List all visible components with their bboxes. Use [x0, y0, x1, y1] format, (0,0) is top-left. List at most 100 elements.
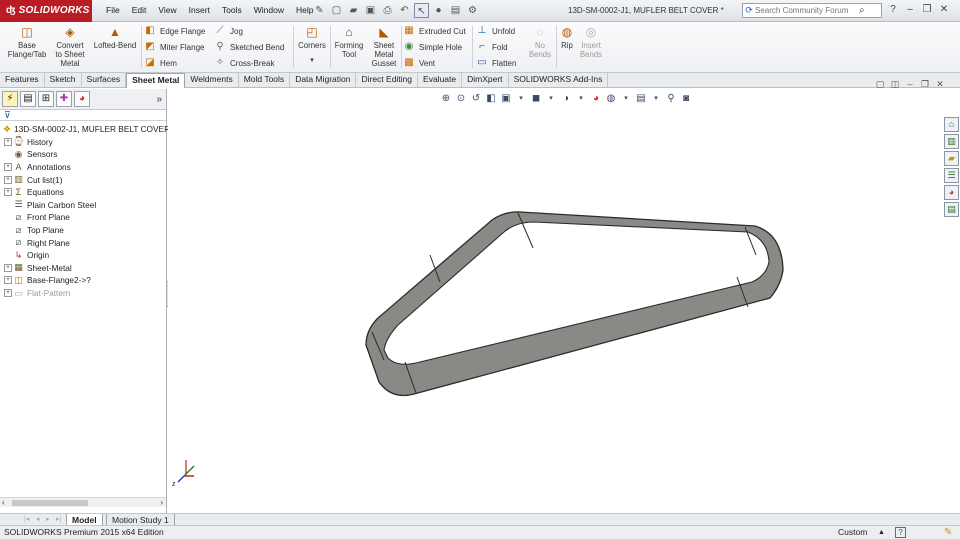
sheet-metal-gusset-button[interactable]: ◣ Sheet Metal Gusset [368, 25, 400, 68]
new-document-icon[interactable]: ▢ [329, 3, 344, 18]
viewport-close-icon[interactable]: ✕ [934, 78, 946, 90]
dropdown-icon[interactable]: ▾ [620, 93, 632, 105]
tree-item-annotations[interactable]: + A Annotations [0, 161, 166, 174]
tab-solidworks-add-ins[interactable]: SOLIDWORKS Add-Ins [509, 73, 609, 87]
unfold-button[interactable]: ⊥ Unfold [476, 24, 515, 38]
cross-break-button[interactable]: ✧ Cross-Break [214, 56, 275, 70]
search-icon[interactable]: ⌕ [859, 5, 865, 16]
tab-dimxpert[interactable]: DimXpert [462, 73, 509, 87]
view-palette-icon[interactable]: ☰ [944, 168, 959, 183]
select-arrow-icon[interactable]: ↖ [414, 3, 429, 18]
minimize-icon[interactable]: – [903, 3, 917, 17]
close-icon[interactable]: ✕ [937, 3, 951, 17]
search-community-forum[interactable]: ⟳ ⌕ [742, 3, 882, 18]
simple-hole-button[interactable]: ◉ Simple Hole [403, 40, 463, 54]
scroll-left-icon[interactable]: ‹ [2, 498, 5, 507]
tree-item-material[interactable]: ☰ Plain Carbon Steel [0, 199, 166, 212]
previous-view-icon[interactable]: ↺ [470, 93, 482, 105]
dropdown-icon[interactable]: ▾ [650, 93, 662, 105]
unit-system[interactable]: Custom [838, 526, 867, 539]
menu-file[interactable]: File [100, 5, 126, 15]
tab-nav-prev-icon[interactable]: ◂ [36, 515, 40, 523]
menu-insert[interactable]: Insert [183, 5, 216, 15]
filter-icon[interactable]: ⊽ [0, 110, 166, 121]
tab-data-migration[interactable]: Data Migration [290, 73, 357, 87]
display-manager-tab-icon[interactable]: ◕ [74, 91, 90, 107]
tab-evaluate[interactable]: Evaluate [418, 73, 463, 87]
viewport-single-icon[interactable]: ▢ [874, 78, 886, 90]
tab-nav-first-icon[interactable]: |◂ [24, 515, 29, 523]
tree-item-base-flange[interactable]: + ◫ Base-Flange2->? [0, 274, 166, 287]
file-explorer-icon[interactable]: ▰ [944, 151, 959, 166]
quick-tips-icon[interactable]: ? [895, 527, 906, 538]
expand-toggle-icon[interactable]: + [4, 188, 12, 197]
tab-surfaces[interactable]: Surfaces [82, 73, 127, 87]
solidworks-logo[interactable]: ʤ SOLIDWORKS [0, 0, 92, 22]
tree-item-origin[interactable]: ↳ Origin [0, 249, 166, 262]
convert-to-sheet-metal-button[interactable]: ◈ Convert to Sheet Metal [52, 25, 88, 68]
tree-item-cut-list[interactable]: + ▥ Cut list(1) [0, 173, 166, 186]
feature-tree-horizontal-scrollbar[interactable]: ‹ › [0, 497, 166, 507]
restore-icon[interactable]: ❐ [920, 3, 934, 17]
dimxpert-manager-tab-icon[interactable]: ✚ [56, 91, 72, 107]
save-icon[interactable]: ▣ [363, 3, 378, 18]
print-icon[interactable]: ⎙ [380, 3, 395, 18]
menu-tools[interactable]: Tools [216, 5, 248, 15]
belt-cover-model[interactable] [168, 89, 960, 517]
display-style-icon[interactable]: ◼ [530, 93, 542, 105]
zoom-to-area-icon[interactable]: ⊙ [455, 93, 467, 105]
fold-button[interactable]: ⌐ Fold [476, 40, 507, 54]
dropdown-icon[interactable]: ▾ [545, 93, 557, 105]
design-library-icon[interactable]: ▥ [944, 134, 959, 149]
expand-toggle-icon[interactable]: + [4, 163, 12, 172]
tree-item-sensors[interactable]: ◉ Sensors [0, 148, 166, 161]
file-properties-icon[interactable]: ▤ [448, 3, 463, 18]
tree-item-equations[interactable]: + Σ Equations [0, 186, 166, 199]
expand-panel-icon[interactable]: » [156, 94, 162, 105]
viewport-restore-icon[interactable]: ❐ [919, 78, 931, 90]
tree-item-history[interactable]: + ⌚ History [0, 136, 166, 149]
view-orientation-icon[interactable]: ▣ [500, 93, 512, 105]
tab-mold-tools[interactable]: Mold Tools [239, 73, 291, 87]
corners-dropdown-icon[interactable]: ▾ [296, 56, 328, 65]
tree-item-sheet-metal[interactable]: + ▦ Sheet-Metal [0, 262, 166, 275]
dropdown-icon[interactable]: ▾ [575, 93, 587, 105]
viewport-split-icon[interactable]: ◫ [889, 78, 901, 90]
search-input[interactable] [755, 6, 859, 15]
insert-bends-button[interactable]: ◎ Insert Bends [578, 25, 604, 59]
undo-icon[interactable]: ↶ [397, 3, 412, 18]
scrollbar-thumb[interactable] [12, 500, 88, 506]
solidworks-resources-icon[interactable]: ⌂ [944, 117, 959, 132]
hide-show-items-icon[interactable]: ◑ [560, 93, 572, 105]
lighting-icon[interactable]: ⚲ [665, 93, 677, 105]
corners-button[interactable]: ◰ Corners ▾ [296, 25, 328, 65]
expand-toggle-icon[interactable]: + [4, 276, 12, 285]
rebuild-icon[interactable]: ● [431, 3, 446, 18]
options-icon[interactable]: ⚙ [465, 3, 480, 18]
tree-item-top-plane[interactable]: ⧄ Top Plane [0, 224, 166, 237]
tree-item-right-plane[interactable]: ⧄ Right Plane [0, 236, 166, 249]
sketched-bend-button[interactable]: ⚲ Sketched Bend [214, 40, 284, 54]
expand-toggle-icon[interactable]: + [4, 263, 12, 272]
zoom-to-fit-icon[interactable]: ⊕ [440, 93, 452, 105]
edge-flange-button[interactable]: ◧ Edge Flange [144, 24, 205, 38]
section-view-icon[interactable]: ◧ [485, 93, 497, 105]
tab-features[interactable]: Features [0, 73, 45, 87]
tab-nav-next-icon[interactable]: ▸ [46, 515, 50, 523]
forming-tool-button[interactable]: ⌂ Forming Tool [332, 25, 366, 59]
no-bends-button[interactable]: ◌ No Bends [526, 25, 554, 59]
tree-root-part[interactable]: ❖ 13D-SM-0002-J1, MUFLER BELT COVER [0, 123, 170, 136]
menu-view[interactable]: View [152, 5, 182, 15]
viewport-minimize-icon[interactable]: – [904, 78, 916, 90]
pin-icon[interactable]: ✎ [312, 3, 327, 18]
tab-weldments[interactable]: Weldments [185, 73, 239, 87]
edit-appearance-icon[interactable]: ◕ [590, 93, 602, 105]
tab-direct-editing[interactable]: Direct Editing [356, 73, 419, 87]
rip-button[interactable]: ◍ Rip [558, 25, 576, 50]
extruded-cut-button[interactable]: ▦ Extruded Cut [403, 24, 465, 38]
appearances-scenes-icon[interactable]: ◕ [944, 185, 959, 200]
tree-item-flat-pattern[interactable]: + ▭ Flat-Pattern [0, 287, 166, 300]
expand-toggle-icon[interactable]: + [4, 137, 12, 146]
dropdown-icon[interactable]: ▾ [515, 93, 527, 105]
hem-button[interactable]: ◪ Hem [144, 56, 177, 70]
